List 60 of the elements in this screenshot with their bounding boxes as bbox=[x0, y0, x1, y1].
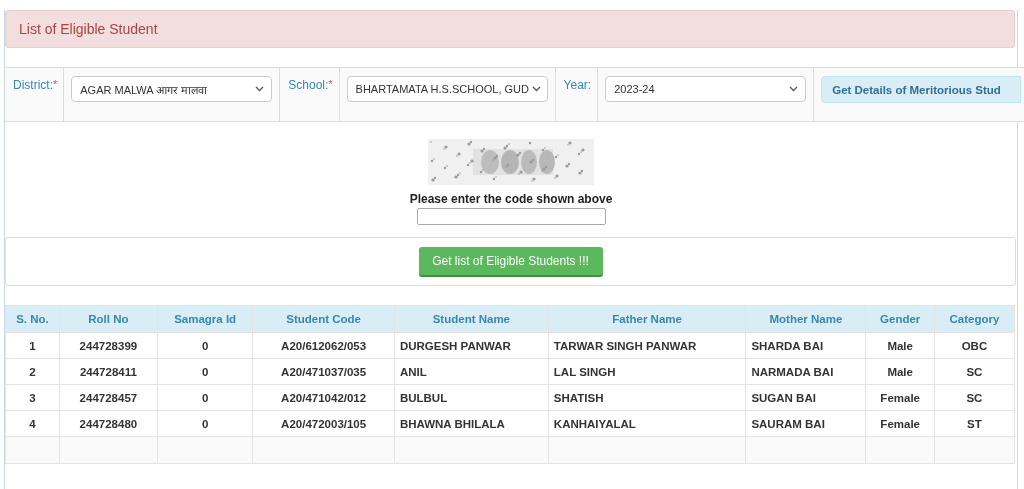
column-header: S. No. bbox=[5, 305, 60, 333]
column-header: Gender bbox=[866, 305, 935, 333]
table-cell: Male bbox=[866, 358, 935, 385]
get-details-button[interactable]: Get Details of Meritorious Stud bbox=[821, 76, 1022, 103]
table-cell: A20/472003/105 bbox=[252, 410, 395, 437]
table-cell: ST bbox=[934, 410, 1015, 437]
dropdown-select[interactable]: AGAR MALWA आगर मालवा bbox=[71, 76, 273, 102]
filter-label: District: bbox=[13, 78, 53, 92]
table-cell: SHATISH bbox=[548, 384, 746, 411]
table-cell: SHARDA BAI bbox=[745, 332, 866, 359]
table-cell: SUGAN BAI bbox=[745, 384, 866, 411]
table-cell: LAL SINGH bbox=[548, 358, 746, 385]
column-header: Student Name bbox=[394, 305, 549, 333]
table-cell: ANIL bbox=[394, 358, 549, 385]
table-cell: 0 bbox=[157, 358, 253, 385]
table-cell: 244728411 bbox=[59, 358, 158, 385]
table-cell: KANHAIYALAL bbox=[548, 410, 746, 437]
table-cell: A20/471037/035 bbox=[252, 358, 395, 385]
column-header: Samagra Id bbox=[157, 305, 253, 333]
table-cell: 1 bbox=[5, 332, 60, 359]
table-cell: 244728480 bbox=[59, 410, 158, 437]
table-cell: Male bbox=[866, 332, 935, 359]
table-cell: 244728457 bbox=[59, 384, 158, 411]
table-cell: 0 bbox=[157, 384, 253, 411]
filter-label: Year: bbox=[563, 78, 592, 92]
column-header: Father Name bbox=[548, 305, 746, 333]
filter-label: School: bbox=[288, 78, 329, 92]
table-cell: 0 bbox=[157, 332, 253, 359]
table-cell: BULBUL bbox=[394, 384, 549, 411]
table-cell: SAURAM BAI bbox=[745, 410, 866, 437]
table-cell: 4 bbox=[5, 410, 60, 437]
banner-title: List of Eligible Student bbox=[19, 21, 158, 37]
table-cell: SC bbox=[934, 358, 1015, 385]
captcha-input-field[interactable] bbox=[416, 208, 606, 225]
table-cell: A20/471042/012 bbox=[252, 384, 395, 411]
table-cell: Female bbox=[866, 410, 935, 437]
table-cell: SC bbox=[934, 384, 1015, 411]
table-cell: BHAWNA BHILALA bbox=[394, 410, 549, 437]
dropdown-select[interactable]: 2023-24 bbox=[605, 76, 807, 102]
column-header: Mother Name bbox=[745, 305, 866, 333]
table-cell: 0 bbox=[157, 410, 253, 437]
chevron-down-icon bbox=[789, 86, 799, 92]
table-cell: TARWAR SINGH PANWAR bbox=[548, 332, 746, 359]
required-mark: * bbox=[328, 78, 333, 90]
column-header: Roll No bbox=[59, 305, 158, 333]
chevron-down-icon bbox=[532, 86, 541, 92]
chevron-down-icon bbox=[255, 86, 265, 92]
table-cell: OBC bbox=[934, 332, 1015, 359]
table-cell: DURGESH PANWAR bbox=[394, 332, 549, 359]
table-cell: 3 bbox=[5, 384, 60, 411]
required-mark: * bbox=[53, 78, 58, 90]
table-cell: 2 bbox=[5, 358, 60, 385]
table-cell: A20/612062/053 bbox=[252, 332, 395, 359]
dropdown-select[interactable]: BHARTAMATA H.S.SCHOOL, GUD bbox=[346, 76, 548, 102]
column-header: Student Code bbox=[252, 305, 395, 333]
table-cell: 244728399 bbox=[59, 332, 158, 359]
captcha-prompt: Please enter the code shown above bbox=[409, 192, 613, 206]
table-cell: NARMADA BAI bbox=[745, 358, 866, 385]
column-header: Category bbox=[934, 305, 1015, 333]
table-cell: Female bbox=[866, 384, 935, 411]
